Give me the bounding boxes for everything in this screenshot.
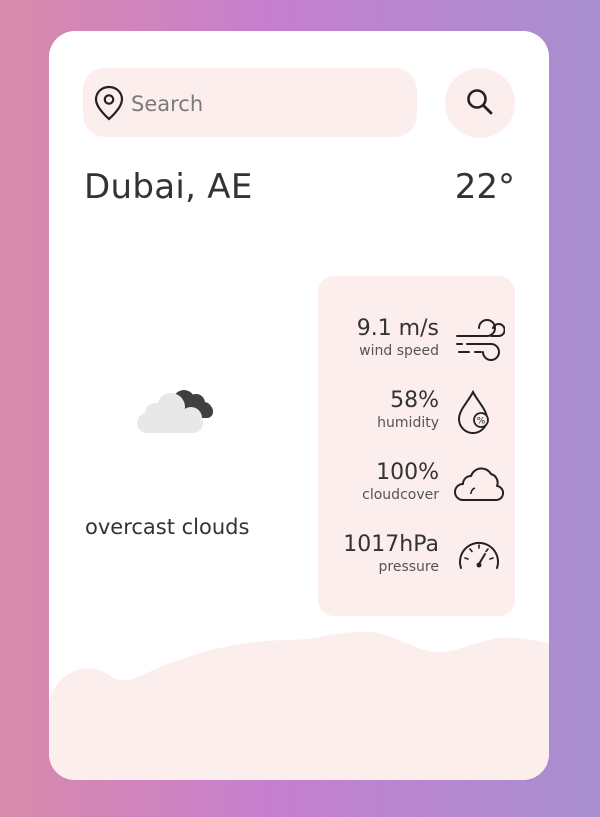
overcast-clouds-icon — [137, 390, 213, 433]
stat-pressure: 1017hPa pressure — [318, 532, 515, 592]
cloudcover-value: 100% — [376, 460, 439, 485]
humidity-label: humidity — [377, 415, 439, 431]
cloudcover-label: cloudcover — [362, 487, 439, 503]
search-input[interactable] — [129, 86, 403, 122]
weather-stats-panel: 9.1 m/s wind speed 58% humidity % 100% c… — [318, 276, 515, 616]
weather-description: overcast clouds — [85, 515, 250, 539]
stat-wind-speed: 9.1 m/s wind speed — [318, 316, 515, 376]
search-button[interactable] — [445, 68, 515, 138]
pressure-label: pressure — [378, 559, 439, 575]
search-icon — [467, 89, 493, 115]
temperature: 22° — [454, 167, 515, 207]
svg-text:%: % — [477, 417, 486, 427]
wind-speed-value: 9.1 m/s — [356, 316, 439, 341]
wind-icon — [456, 319, 505, 361]
stat-humidity: 58% humidity % — [318, 388, 515, 448]
humidity-drop-icon: % — [457, 389, 489, 434]
gauge-icon — [459, 541, 499, 569]
city-name: Dubai, AE — [84, 167, 253, 207]
search-box — [83, 68, 417, 137]
stat-cloudcover: 100% cloudcover — [318, 460, 515, 520]
humidity-value: 58% — [390, 388, 439, 413]
decorative-wave — [49, 631, 549, 780]
wind-speed-label: wind speed — [359, 343, 439, 359]
location-pin-icon — [94, 85, 124, 121]
cloud-icon — [454, 467, 505, 502]
pressure-value: 1017hPa — [343, 532, 439, 557]
weather-card: Dubai, AE 22° overcast clouds 9.1 m/s wi… — [49, 31, 549, 780]
